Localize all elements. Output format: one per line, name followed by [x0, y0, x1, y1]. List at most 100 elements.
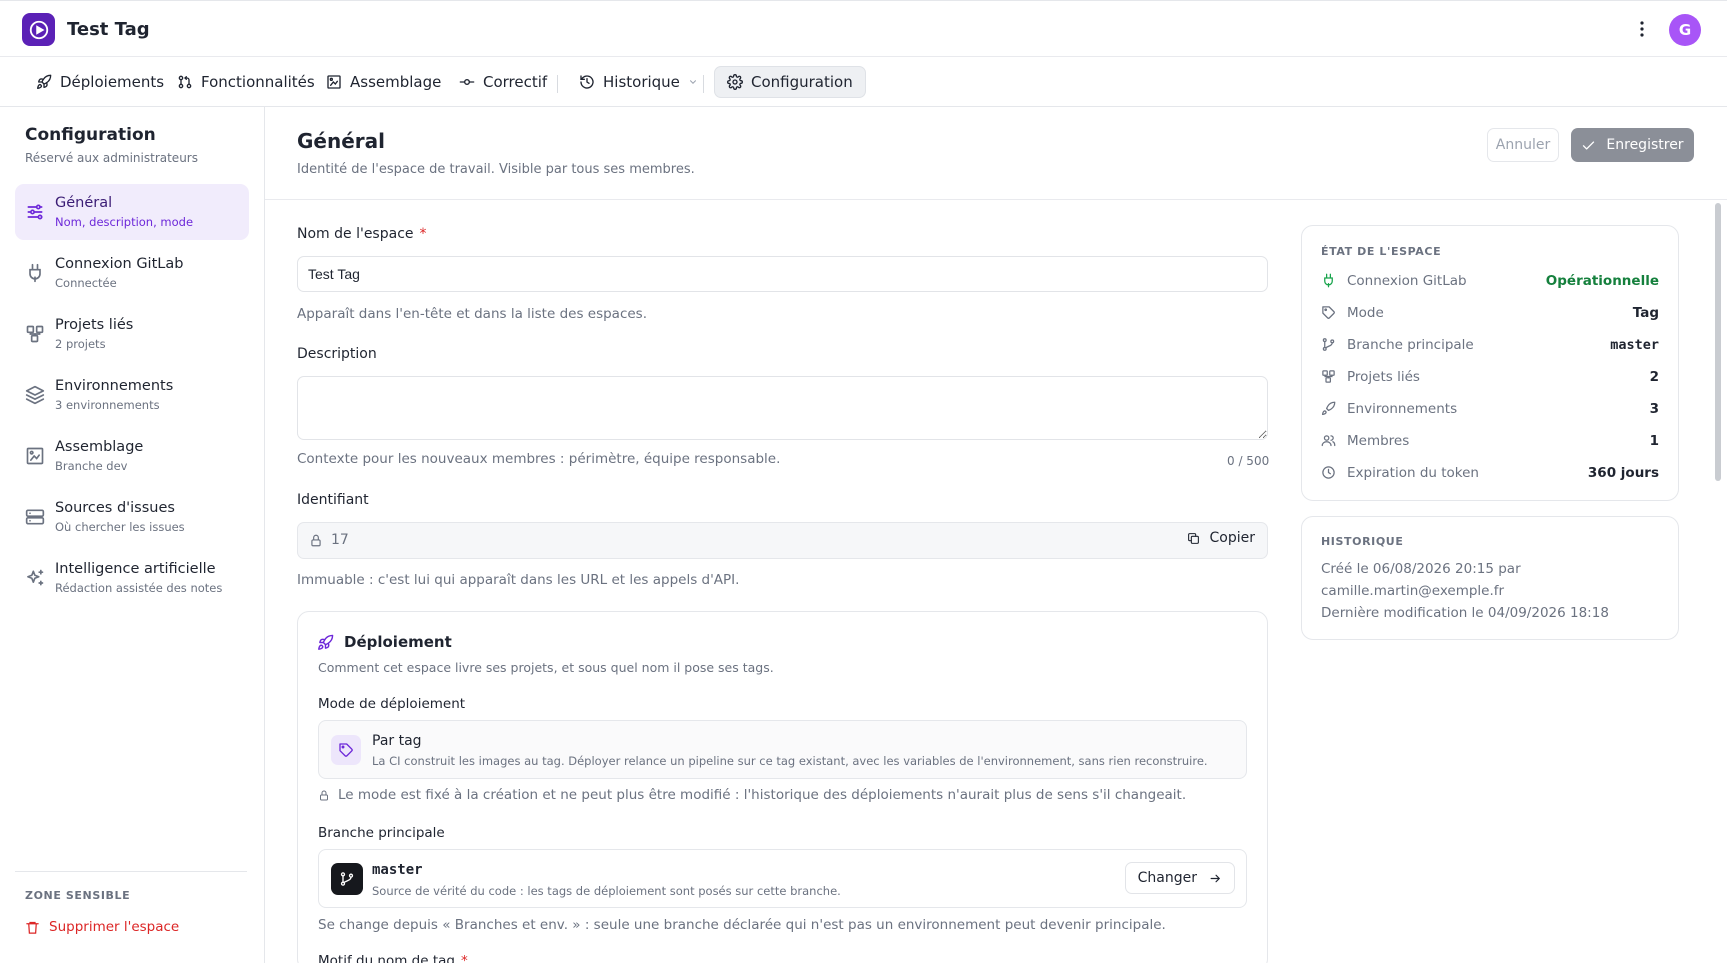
identifier-value: 17 — [331, 532, 349, 548]
tab-deploiements[interactable]: Déploiements — [24, 66, 176, 98]
change-branch-button[interactable]: Changer — [1124, 862, 1235, 894]
space-name-label: Nom de l'espace * — [297, 226, 427, 242]
sidebar-item-sources[interactable]: Sources d'issues Où chercher les issues — [15, 489, 249, 545]
tab-label: Configuration — [751, 73, 853, 91]
required-mark: * — [460, 953, 468, 963]
nav-divider — [703, 75, 704, 93]
main-branch-name: master — [372, 862, 423, 878]
users-icon — [1321, 433, 1337, 449]
deploy-mode-name: Par tag — [372, 733, 422, 749]
deploy-description: Comment cet espace livre ses projets, et… — [318, 660, 774, 675]
status-row-environnements: Environnements 3 — [1321, 398, 1659, 420]
settings-sidebar: Configuration Réservé aux administrateur… — [0, 107, 265, 963]
description-label: Description — [297, 346, 377, 362]
status-key: Expiration du token — [1347, 465, 1479, 481]
top-bar: Test Tag G — [0, 0, 1727, 57]
gear-icon — [727, 74, 743, 90]
delete-space-button[interactable]: Supprimer l'espace — [25, 919, 179, 935]
plug-icon — [1321, 273, 1337, 289]
sidebar-item-sub: 2 projets — [55, 337, 106, 351]
sidebar-item-label: Sources d'issues — [55, 500, 175, 516]
tab-correctif[interactable]: Correctif — [447, 66, 559, 98]
more-menu-icon[interactable] — [1632, 18, 1652, 40]
sidebar-item-sub: Branche dev — [55, 459, 128, 473]
deploy-card-title: Déploiement — [317, 633, 452, 651]
sidebar-item-label: Général — [55, 195, 113, 211]
sidebar-item-label: Projets liés — [55, 317, 134, 333]
status-row-gitlab: Connexion GitLab Opérationnelle — [1321, 270, 1659, 292]
history-icon — [579, 74, 595, 90]
sidebar-item-label: Connexion GitLab — [55, 256, 184, 272]
sliders-icon — [25, 202, 45, 222]
status-row-membres: Membres 1 — [1321, 430, 1659, 452]
deploy-card: Déploiement Comment cet espace livre ses… — [297, 611, 1268, 963]
sidebar-title: Configuration — [25, 125, 156, 145]
sidebar-item-label: Intelligence artificielle — [55, 561, 216, 577]
app-title: Test Tag — [67, 19, 150, 40]
tab-configuration[interactable]: Configuration — [714, 66, 866, 98]
status-key: Branche principale — [1347, 337, 1474, 353]
sidebar-divider — [15, 871, 247, 872]
main-branch-box: master Source de vérité du code : les ta… — [318, 849, 1247, 908]
chevron-down-icon — [688, 77, 698, 87]
sidebar-item-label: Environnements — [55, 378, 174, 394]
sidebar-subtitle: Réservé aux administrateurs — [25, 151, 198, 165]
status-value: 3 — [1649, 401, 1659, 417]
scrollbar-thumb[interactable] — [1715, 203, 1721, 481]
history-author-line: camille.martin@exemple.fr — [1321, 583, 1505, 599]
page-header: Général Identité de l'espace de travail.… — [265, 107, 1727, 200]
tab-label: Correctif — [483, 73, 548, 91]
description-help: Contexte pour les nouveaux membres : pér… — [297, 451, 781, 467]
avatar[interactable]: G — [1669, 14, 1701, 46]
deploy-mode-note-text: Le mode est fixé à la création et ne peu… — [338, 787, 1187, 803]
sidebar-item-projets[interactable]: Projets liés 2 projets — [15, 306, 249, 362]
plug-icon — [25, 263, 45, 283]
status-row-mode: Mode Tag — [1321, 302, 1659, 324]
history-created-line: Créé le 06/08/2026 20:15 par — [1321, 561, 1521, 577]
sidebar-item-gitlab[interactable]: Connexion GitLab Connectée — [15, 245, 249, 301]
status-value: Tag — [1632, 305, 1659, 321]
rocket-icon — [317, 634, 334, 651]
status-row-token: Expiration du token 360 jours — [1321, 462, 1659, 484]
tab-historique[interactable]: Historique — [567, 66, 710, 98]
main-nav: Déploiements Fonctionnalités Assemblage … — [0, 57, 1727, 107]
frame-icon — [326, 74, 342, 90]
space-name-help: Apparaît dans l'en-tête et dans la liste… — [297, 306, 647, 322]
status-row-projets: Projets liés 2 — [1321, 366, 1659, 388]
sparkles-icon — [25, 568, 45, 588]
status-value: 360 jours — [1587, 465, 1659, 481]
status-key: Mode — [1347, 305, 1384, 321]
tab-fonctionnalites[interactable]: Fonctionnalités — [165, 66, 327, 98]
sidebar-item-general[interactable]: Général Nom, description, mode — [15, 184, 249, 240]
arrow-right-icon — [1209, 872, 1222, 885]
tab-label: Assemblage — [350, 73, 442, 91]
status-panel-title: ÉTAT DE L'ESPACE — [1321, 245, 1442, 258]
nav-divider — [557, 75, 558, 93]
status-key: Membres — [1347, 433, 1410, 449]
sidebar-item-ia[interactable]: Intelligence artificielle Rédaction assi… — [15, 550, 249, 606]
sidebar-item-environnements[interactable]: Environnements 3 environnements — [15, 367, 249, 423]
sidebar-item-sub: Connectée — [55, 276, 117, 290]
identifier-field: 17 Copier — [297, 522, 1268, 559]
deploy-mode-note: Le mode est fixé à la création et ne peu… — [318, 787, 1186, 803]
app-logo-icon[interactable] — [22, 13, 55, 46]
save-button[interactable]: Enregistrer — [1571, 128, 1694, 162]
clock-icon — [1321, 465, 1337, 481]
deploy-title-text: Déploiement — [344, 633, 452, 651]
deploy-mode-label: Mode de déploiement — [318, 696, 466, 712]
space-name-input[interactable] — [297, 256, 1268, 292]
status-key: Projets liés — [1347, 369, 1420, 385]
server-icon — [25, 507, 45, 527]
identifier-help: Immuable : c'est lui qui apparaît dans l… — [297, 572, 740, 588]
main-branch-note: Se change depuis « Branches et env. » : … — [318, 917, 1166, 933]
sidebar-item-assemblage[interactable]: Assemblage Branche dev — [15, 428, 249, 484]
git-branch-icon — [331, 863, 363, 895]
status-value: master — [1610, 337, 1659, 353]
description-textarea[interactable] — [297, 376, 1268, 440]
tab-assemblage[interactable]: Assemblage — [314, 66, 453, 98]
cancel-button[interactable]: Annuler — [1487, 128, 1559, 162]
delete-space-label: Supprimer l'espace — [49, 919, 180, 935]
copy-button[interactable]: Copier — [1187, 530, 1255, 546]
layers-icon — [25, 385, 45, 405]
sidebar-item-sub: Nom, description, mode — [55, 215, 194, 229]
